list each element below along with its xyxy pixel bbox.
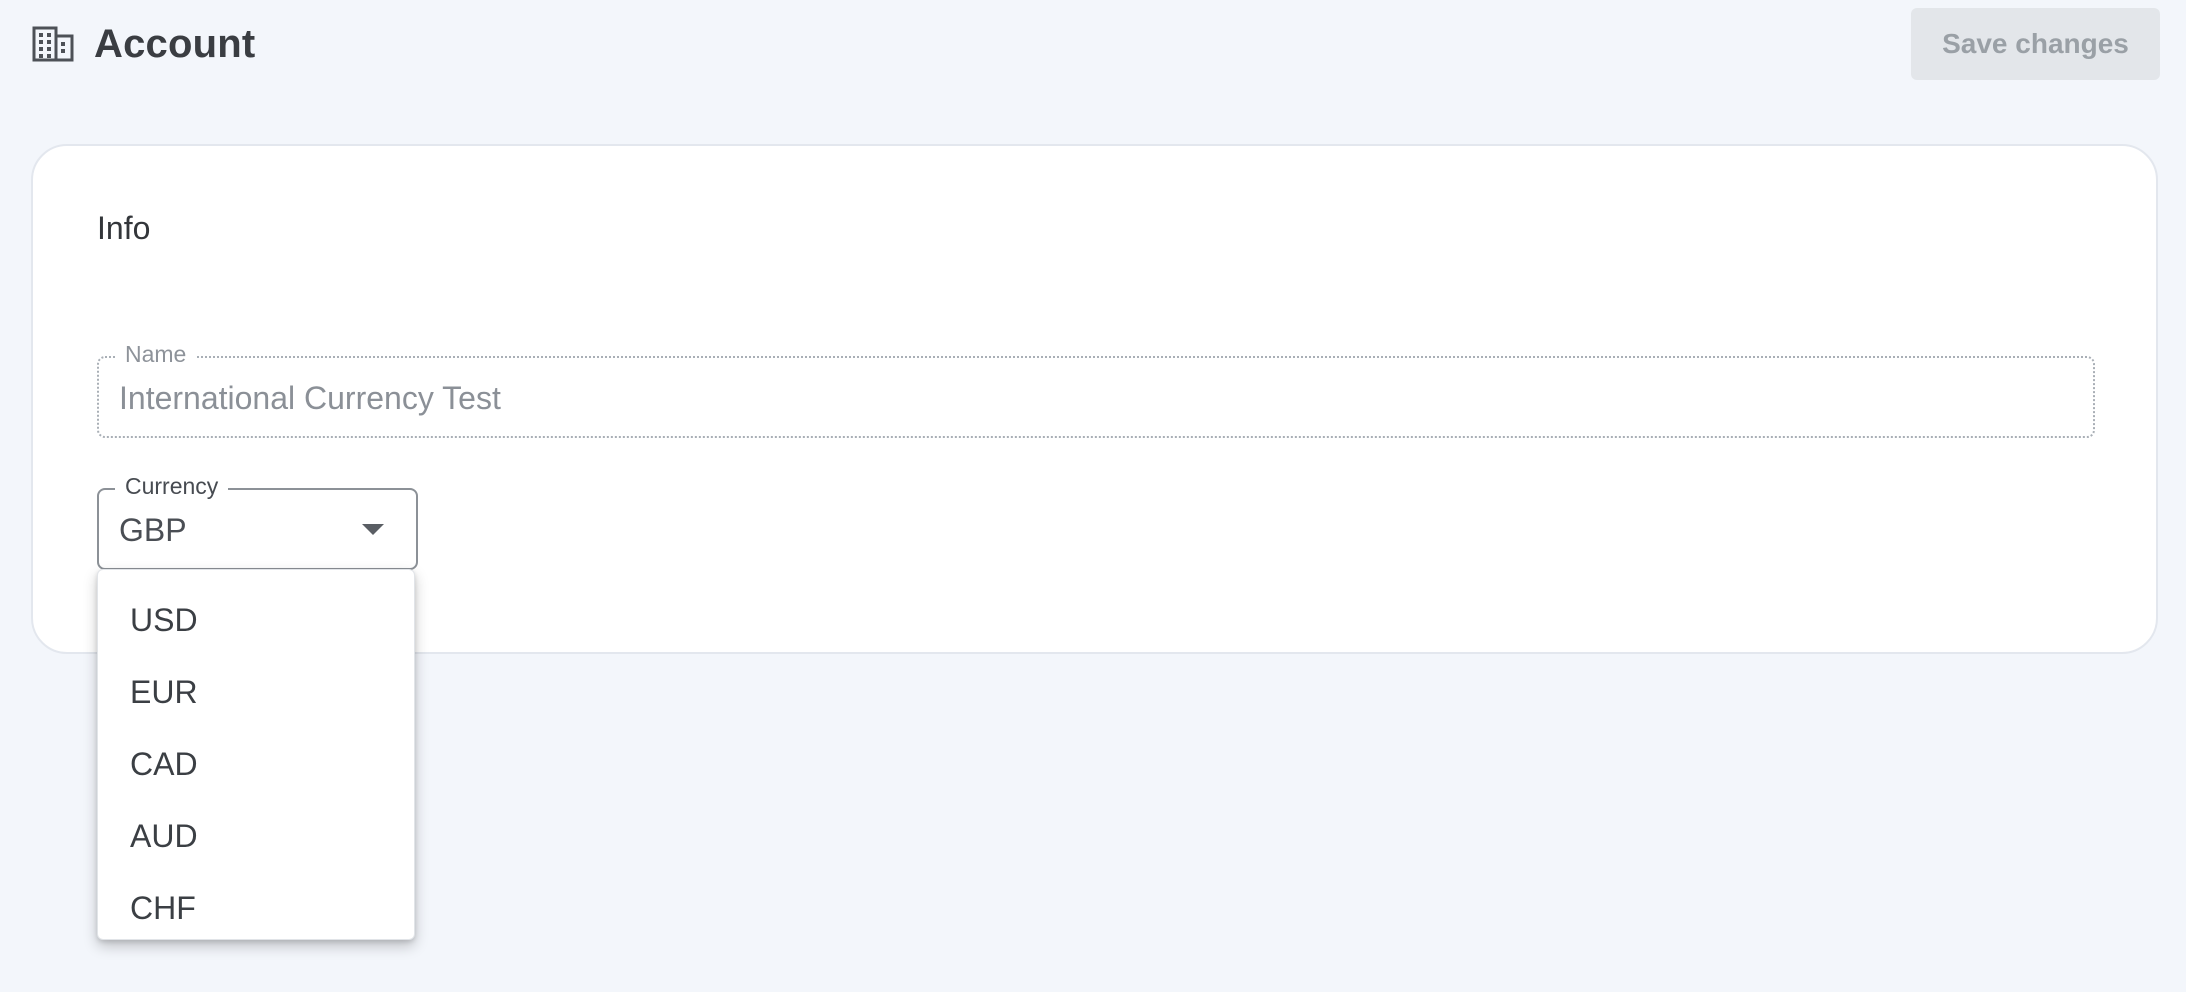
currency-selected-value: GBP xyxy=(119,512,187,548)
currency-dropdown-menu: USD EUR CAD AUD CHF xyxy=(97,569,415,940)
currency-option-cad[interactable]: CAD xyxy=(98,728,414,800)
save-changes-button[interactable]: Save changes xyxy=(1911,8,2160,80)
currency-option-eur[interactable]: EUR xyxy=(98,656,414,728)
name-field-value: International Currency Test xyxy=(119,380,501,416)
currency-option-chf[interactable]: CHF xyxy=(98,872,414,944)
currency-option-aud[interactable]: AUD xyxy=(98,800,414,872)
building-icon xyxy=(32,26,74,62)
page-header: Account Save changes xyxy=(0,0,2186,90)
currency-option-usd[interactable]: USD xyxy=(98,584,414,656)
name-field[interactable]: Name International Currency Test xyxy=(97,338,2095,438)
page-title: Account xyxy=(94,22,256,66)
section-title: Info xyxy=(97,210,151,246)
account-page: Account Save changes Info Name Internati… xyxy=(0,0,2186,992)
currency-field-label: Currency xyxy=(115,470,229,502)
currency-select[interactable]: Currency GBP xyxy=(97,470,418,570)
chevron-down-icon xyxy=(362,524,384,535)
name-field-label: Name xyxy=(115,338,197,370)
